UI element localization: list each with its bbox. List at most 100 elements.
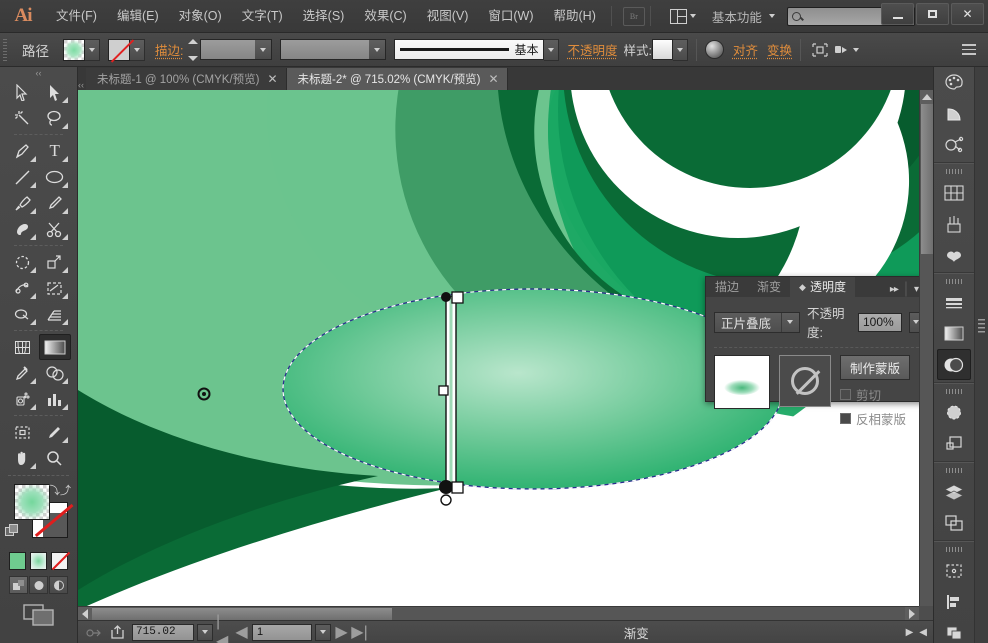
previous-artboard-icon[interactable]: ◀ bbox=[234, 624, 249, 641]
menu-edit[interactable]: 编辑(E) bbox=[107, 0, 169, 33]
ellipse-tool[interactable] bbox=[39, 164, 72, 190]
gradient-mode-button[interactable] bbox=[30, 552, 47, 570]
menu-type[interactable]: 文字(T) bbox=[232, 0, 293, 33]
bridge-icon[interactable]: Br bbox=[622, 6, 645, 26]
dock-group-grip-3[interactable] bbox=[934, 386, 974, 397]
rotate-tool[interactable] bbox=[6, 249, 39, 275]
next-artboard-icon[interactable]: ▶ bbox=[334, 624, 349, 641]
perspective-grid-tool[interactable] bbox=[39, 301, 72, 327]
workspace-label[interactable]: 基本功能 bbox=[712, 7, 762, 26]
fill-color-swatch[interactable] bbox=[14, 484, 50, 520]
document-tab-2-close-icon[interactable]: ✕ bbox=[489, 72, 499, 86]
appearance-panel-icon[interactable] bbox=[934, 397, 974, 428]
tab-bar-grip[interactable]: ‹‹ bbox=[78, 80, 86, 90]
width-tool[interactable] bbox=[6, 275, 39, 301]
minimize-button[interactable] bbox=[881, 3, 914, 25]
document-setup-icon[interactable] bbox=[704, 40, 724, 59]
isolate-selected-object-icon[interactable] bbox=[809, 40, 831, 60]
free-transform-tool[interactable] bbox=[39, 275, 72, 301]
vertical-scrollbar[interactable] bbox=[919, 90, 934, 620]
paintbrush-tool[interactable] bbox=[6, 190, 39, 216]
stroke-swatch-control[interactable] bbox=[108, 38, 145, 61]
select-similar-chevron-down-icon[interactable] bbox=[853, 47, 860, 52]
color-mode-button[interactable] bbox=[9, 552, 26, 570]
dock-group-grip-2[interactable] bbox=[934, 276, 974, 287]
vertical-scroll-thumb[interactable] bbox=[921, 104, 933, 254]
dock-resize-edge[interactable] bbox=[974, 67, 988, 643]
zoom-level-input[interactable]: 715.02 bbox=[132, 623, 194, 641]
brushes-panel-icon[interactable] bbox=[934, 208, 974, 239]
status-expand-icon[interactable]: ▶ bbox=[906, 627, 914, 638]
symbols-panel-icon[interactable] bbox=[934, 239, 974, 270]
fill-swatch-control[interactable] bbox=[63, 38, 100, 61]
graphic-style-swatch[interactable] bbox=[651, 39, 673, 60]
draw-inside-button[interactable] bbox=[49, 576, 68, 594]
none-mode-button[interactable] bbox=[51, 552, 68, 570]
scale-tool[interactable] bbox=[39, 249, 72, 275]
selection-tool[interactable] bbox=[6, 79, 39, 105]
artboard-number-input[interactable]: 1 bbox=[252, 623, 312, 641]
width-profile-chevron-down-icon[interactable] bbox=[369, 40, 386, 59]
lasso-tool[interactable] bbox=[39, 105, 72, 131]
blend-tool[interactable] bbox=[39, 360, 72, 386]
scroll-left-button[interactable] bbox=[78, 607, 92, 621]
draw-normal-button[interactable] bbox=[9, 576, 28, 594]
gradient-panel-icon[interactable] bbox=[934, 318, 974, 349]
slice-tool[interactable] bbox=[39, 419, 72, 445]
shape-builder-tool[interactable] bbox=[6, 301, 39, 327]
swatches-panel-icon[interactable] bbox=[934, 177, 974, 208]
artwork-thumbnail[interactable] bbox=[714, 355, 770, 409]
transform-panel-icon[interactable] bbox=[934, 555, 974, 586]
mask-thumbnail[interactable] bbox=[779, 355, 831, 407]
select-similar-objects-icon[interactable] bbox=[831, 40, 853, 60]
blend-mode-select[interactable]: 正片叠底 bbox=[714, 311, 800, 333]
align-panel-icon[interactable] bbox=[934, 586, 974, 617]
artboard-chevron-down-icon[interactable] bbox=[315, 623, 331, 641]
opacity-label[interactable]: 不透明度 bbox=[567, 40, 617, 59]
stroke-weight-chevron-down-icon[interactable] bbox=[255, 40, 272, 59]
transform-button[interactable]: 变换 bbox=[767, 40, 792, 59]
dock-group-grip-4[interactable] bbox=[934, 465, 974, 476]
menu-object[interactable]: 对象(O) bbox=[169, 0, 232, 33]
color-guide-panel-icon[interactable] bbox=[934, 98, 974, 129]
blend-mode-chevron-down-icon[interactable] bbox=[780, 312, 799, 332]
column-graph-tool[interactable] bbox=[39, 386, 72, 412]
tools-panel-grip[interactable]: ‹‹ bbox=[0, 67, 77, 79]
tab-stroke[interactable]: 描边 bbox=[706, 277, 748, 297]
stroke-panel-icon[interactable] bbox=[934, 287, 974, 318]
transparency-panel-icon[interactable] bbox=[937, 349, 972, 380]
last-artboard-icon[interactable]: ▶| bbox=[351, 624, 367, 641]
document-tab-1[interactable]: 未标题-1 @ 100% (CMYK/预览) ✕ bbox=[86, 68, 287, 90]
line-segment-tool[interactable] bbox=[6, 164, 39, 190]
share-document-icon[interactable] bbox=[107, 623, 129, 641]
eyedropper-tool[interactable] bbox=[6, 360, 39, 386]
brush-definition-field[interactable]: 基本 bbox=[394, 39, 545, 60]
type-tool[interactable]: T bbox=[39, 138, 72, 164]
color-panel-icon[interactable] bbox=[934, 67, 974, 98]
brush-definition-chevron-down-icon[interactable] bbox=[544, 38, 560, 61]
scroll-up-button[interactable] bbox=[920, 90, 934, 104]
status-collapse-icon[interactable]: ◀ bbox=[919, 627, 927, 638]
menu-effect[interactable]: 效果(C) bbox=[354, 0, 416, 33]
artboards-panel-icon[interactable] bbox=[934, 507, 974, 538]
style-chevron-down-icon[interactable] bbox=[672, 38, 688, 61]
tab-gradient[interactable]: 渐变 bbox=[748, 277, 790, 297]
symbol-sprayer-tool[interactable] bbox=[6, 386, 39, 412]
pen-tool[interactable] bbox=[6, 138, 39, 164]
opacity-input[interactable]: 100% bbox=[857, 312, 902, 332]
close-button[interactable]: ✕ bbox=[951, 3, 984, 25]
mesh-tool[interactable] bbox=[6, 334, 39, 360]
dock-drag-handle[interactable] bbox=[978, 319, 986, 333]
stroke-variable-width-field[interactable] bbox=[280, 39, 387, 60]
stroke-swatch[interactable] bbox=[108, 38, 130, 61]
draw-behind-button[interactable] bbox=[29, 576, 48, 594]
graphic-styles-panel-icon[interactable] bbox=[934, 428, 974, 459]
clip-checkbox[interactable] bbox=[840, 389, 851, 400]
fill-chevron-down-icon[interactable] bbox=[85, 38, 100, 61]
document-tab-1-close-icon[interactable]: ✕ bbox=[267, 72, 277, 86]
maximize-button[interactable] bbox=[916, 3, 949, 25]
document-tab-2[interactable]: 未标题-2* @ 715.02% (CMYK/预览) ✕ bbox=[286, 68, 508, 90]
artboard-tool[interactable] bbox=[6, 419, 39, 445]
control-bar-grip[interactable] bbox=[0, 33, 10, 67]
workspace-chevron-down-icon[interactable] bbox=[768, 14, 775, 18]
